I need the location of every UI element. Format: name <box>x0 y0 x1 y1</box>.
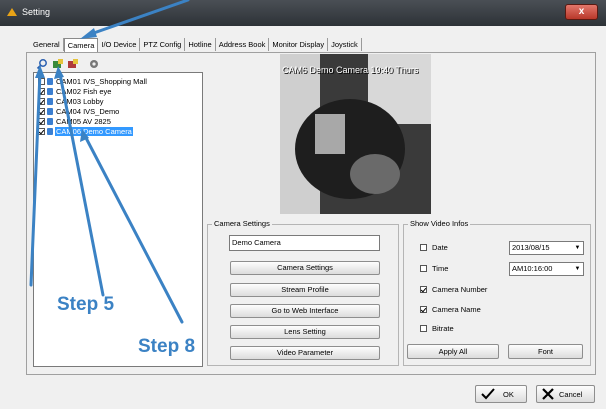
step8-annotation: Step 8 <box>138 336 196 357</box>
annotation-arrow-step5-b <box>58 72 105 297</box>
arrowhead-step5-b <box>54 66 64 79</box>
arrowhead-step5 <box>35 65 45 78</box>
annotation-arrows <box>29 0 190 324</box>
annotation-arrow-tab <box>86 0 190 37</box>
step5-annotation: Step 5 <box>57 294 115 315</box>
arrowhead-tab <box>80 28 97 39</box>
annotation-arrow-step5 <box>29 71 42 287</box>
